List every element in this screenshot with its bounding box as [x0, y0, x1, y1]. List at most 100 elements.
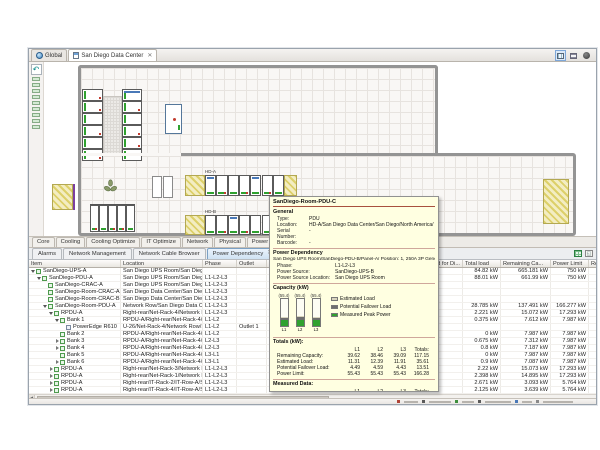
expand-icon[interactable]	[55, 346, 59, 350]
pan-back-button[interactable]: ↶	[31, 64, 42, 75]
rack-icon[interactable]	[228, 215, 239, 235]
rack-icon[interactable]	[216, 175, 227, 196]
rack-icon[interactable]	[126, 205, 135, 232]
rack-icon[interactable]	[205, 175, 216, 196]
document-icon	[73, 52, 79, 59]
peak-power-fill	[281, 320, 288, 326]
tab-san-diego-data-center[interactable]: San Diego Data Center ✕	[68, 49, 157, 61]
cell-location: San Diego UPS Room/San Diego/...	[121, 282, 203, 288]
collapse-icon[interactable]	[43, 304, 47, 308]
cell-item: RPDU-A	[29, 387, 121, 393]
palette-item-icon[interactable]	[32, 119, 40, 123]
palette-item-icon[interactable]	[32, 101, 40, 105]
column-header-location[interactable]: Location	[121, 260, 203, 267]
collapse-icon[interactable]	[55, 318, 59, 322]
palette-item-icon[interactable]	[32, 95, 40, 99]
expand-icon[interactable]	[55, 360, 59, 364]
cell-phase: L1-L2-L3	[203, 303, 237, 309]
rack-icon[interactable]	[122, 101, 142, 113]
cell-remaining	[501, 296, 551, 302]
column-header-total-load[interactable]: Total load	[463, 260, 501, 267]
view-tab-network[interactable]: Network	[182, 237, 213, 247]
room-opening	[81, 153, 181, 156]
rack-icon[interactable]	[273, 175, 284, 196]
column-header-phase[interactable]: Phase	[203, 260, 237, 267]
column-header-re[interactable]: Re...	[589, 260, 596, 267]
close-icon[interactable]: ✕	[147, 53, 152, 59]
rack-icon[interactable]	[122, 125, 142, 137]
tooltip-col-header: L3	[383, 389, 406, 392]
column-header-power-limit[interactable]: Power Limit	[551, 260, 589, 267]
rack-icon[interactable]	[108, 205, 117, 232]
cell-phase: L1-L2-L3	[203, 282, 237, 288]
cell-phase: L1-L2-L3	[203, 380, 237, 386]
rack-icon[interactable]	[82, 113, 103, 125]
tab-global[interactable]: Global	[31, 49, 67, 61]
cell-outlet	[237, 268, 267, 274]
rack-icon[interactable]	[90, 205, 99, 232]
rack-icon[interactable]	[82, 101, 103, 113]
expand-icon[interactable]	[49, 388, 53, 392]
export-table-icon[interactable]	[574, 250, 582, 257]
cell-outlet	[237, 289, 267, 295]
panel-tab-network-management[interactable]: Network Management	[63, 248, 132, 259]
palette-item-icon[interactable]	[32, 113, 40, 117]
column-header-item[interactable]: Item	[29, 260, 121, 267]
panel-tab-power-dependency[interactable]: Power Dependency✕	[207, 248, 279, 259]
panel-tab-alarms[interactable]: Alarms	[32, 248, 62, 259]
peak-power-fill	[313, 320, 320, 326]
rack-icon[interactable]	[239, 215, 250, 235]
palette-item-icon[interactable]	[32, 83, 40, 87]
rack-icon[interactable]	[216, 215, 227, 235]
layout-view-button[interactable]	[568, 50, 579, 61]
rack-icon[interactable]	[82, 89, 103, 101]
rack-icon[interactable]	[262, 175, 273, 196]
panel-tab-network-cable-browser[interactable]: Network Cable Browser	[133, 248, 206, 259]
status-text-placeholder	[429, 401, 451, 403]
cell-phase: L2-L3	[203, 338, 237, 344]
rack-icon[interactable]	[99, 205, 108, 232]
palette-item-icon[interactable]	[32, 107, 40, 111]
view-tab-cooling-optimize[interactable]: Cooling Optimize	[86, 237, 140, 247]
rack-icon[interactable]	[250, 175, 261, 196]
cell-location: Right-rear/Net-Rack-4/Network R...	[121, 310, 203, 316]
view-tab-cooling[interactable]: Cooling	[56, 237, 86, 247]
collapse-icon[interactable]	[37, 276, 41, 280]
expand-icon[interactable]	[49, 367, 53, 371]
device-icon	[36, 269, 41, 274]
rack-icon[interactable]	[122, 89, 142, 101]
collapse-icon[interactable]	[49, 311, 53, 315]
collapse-icon[interactable]	[31, 269, 35, 273]
view-tab-it-optimize[interactable]: IT Optimize	[141, 237, 181, 247]
view-tab-physical[interactable]: Physical	[214, 237, 246, 247]
palette-item-icon[interactable]	[32, 125, 40, 129]
item-label: Bank 3	[67, 338, 84, 344]
rack-icon[interactable]	[250, 215, 261, 235]
standalone-cabinet[interactable]	[165, 104, 182, 134]
expand-icon[interactable]	[55, 339, 59, 343]
item-label: RPDU-A	[61, 380, 82, 386]
globe-view-button[interactable]	[581, 50, 592, 61]
rack-icon[interactable]	[117, 205, 126, 232]
column-header-remaining-ca[interactable]: Remaining Ca...	[501, 260, 551, 267]
rack-icon[interactable]	[122, 113, 142, 125]
status-text-placeholder	[404, 401, 418, 403]
rack-icon[interactable]	[82, 137, 103, 149]
view-tab-core[interactable]: Core	[32, 237, 55, 247]
palette-item-icon[interactable]	[32, 89, 40, 93]
expand-panel-icon[interactable]: ◱	[585, 250, 593, 257]
expand-icon[interactable]	[49, 374, 53, 378]
rack-icon[interactable]	[239, 175, 250, 196]
rack-icon[interactable]	[228, 175, 239, 196]
rack-icon[interactable]	[205, 215, 216, 235]
map-view-button[interactable]	[555, 50, 566, 61]
panel-tab-label: Power Dependency	[213, 250, 264, 258]
palette-item-icon[interactable]	[32, 77, 40, 81]
rack-icon[interactable]	[122, 137, 142, 149]
expand-icon[interactable]	[49, 381, 53, 385]
column-header-outlet[interactable]: Outlet	[237, 260, 267, 267]
cell-re	[589, 352, 596, 358]
cell-phase: L1-L2-L3	[203, 275, 237, 281]
rack-icon[interactable]	[82, 125, 103, 137]
floor-tile	[152, 176, 162, 198]
